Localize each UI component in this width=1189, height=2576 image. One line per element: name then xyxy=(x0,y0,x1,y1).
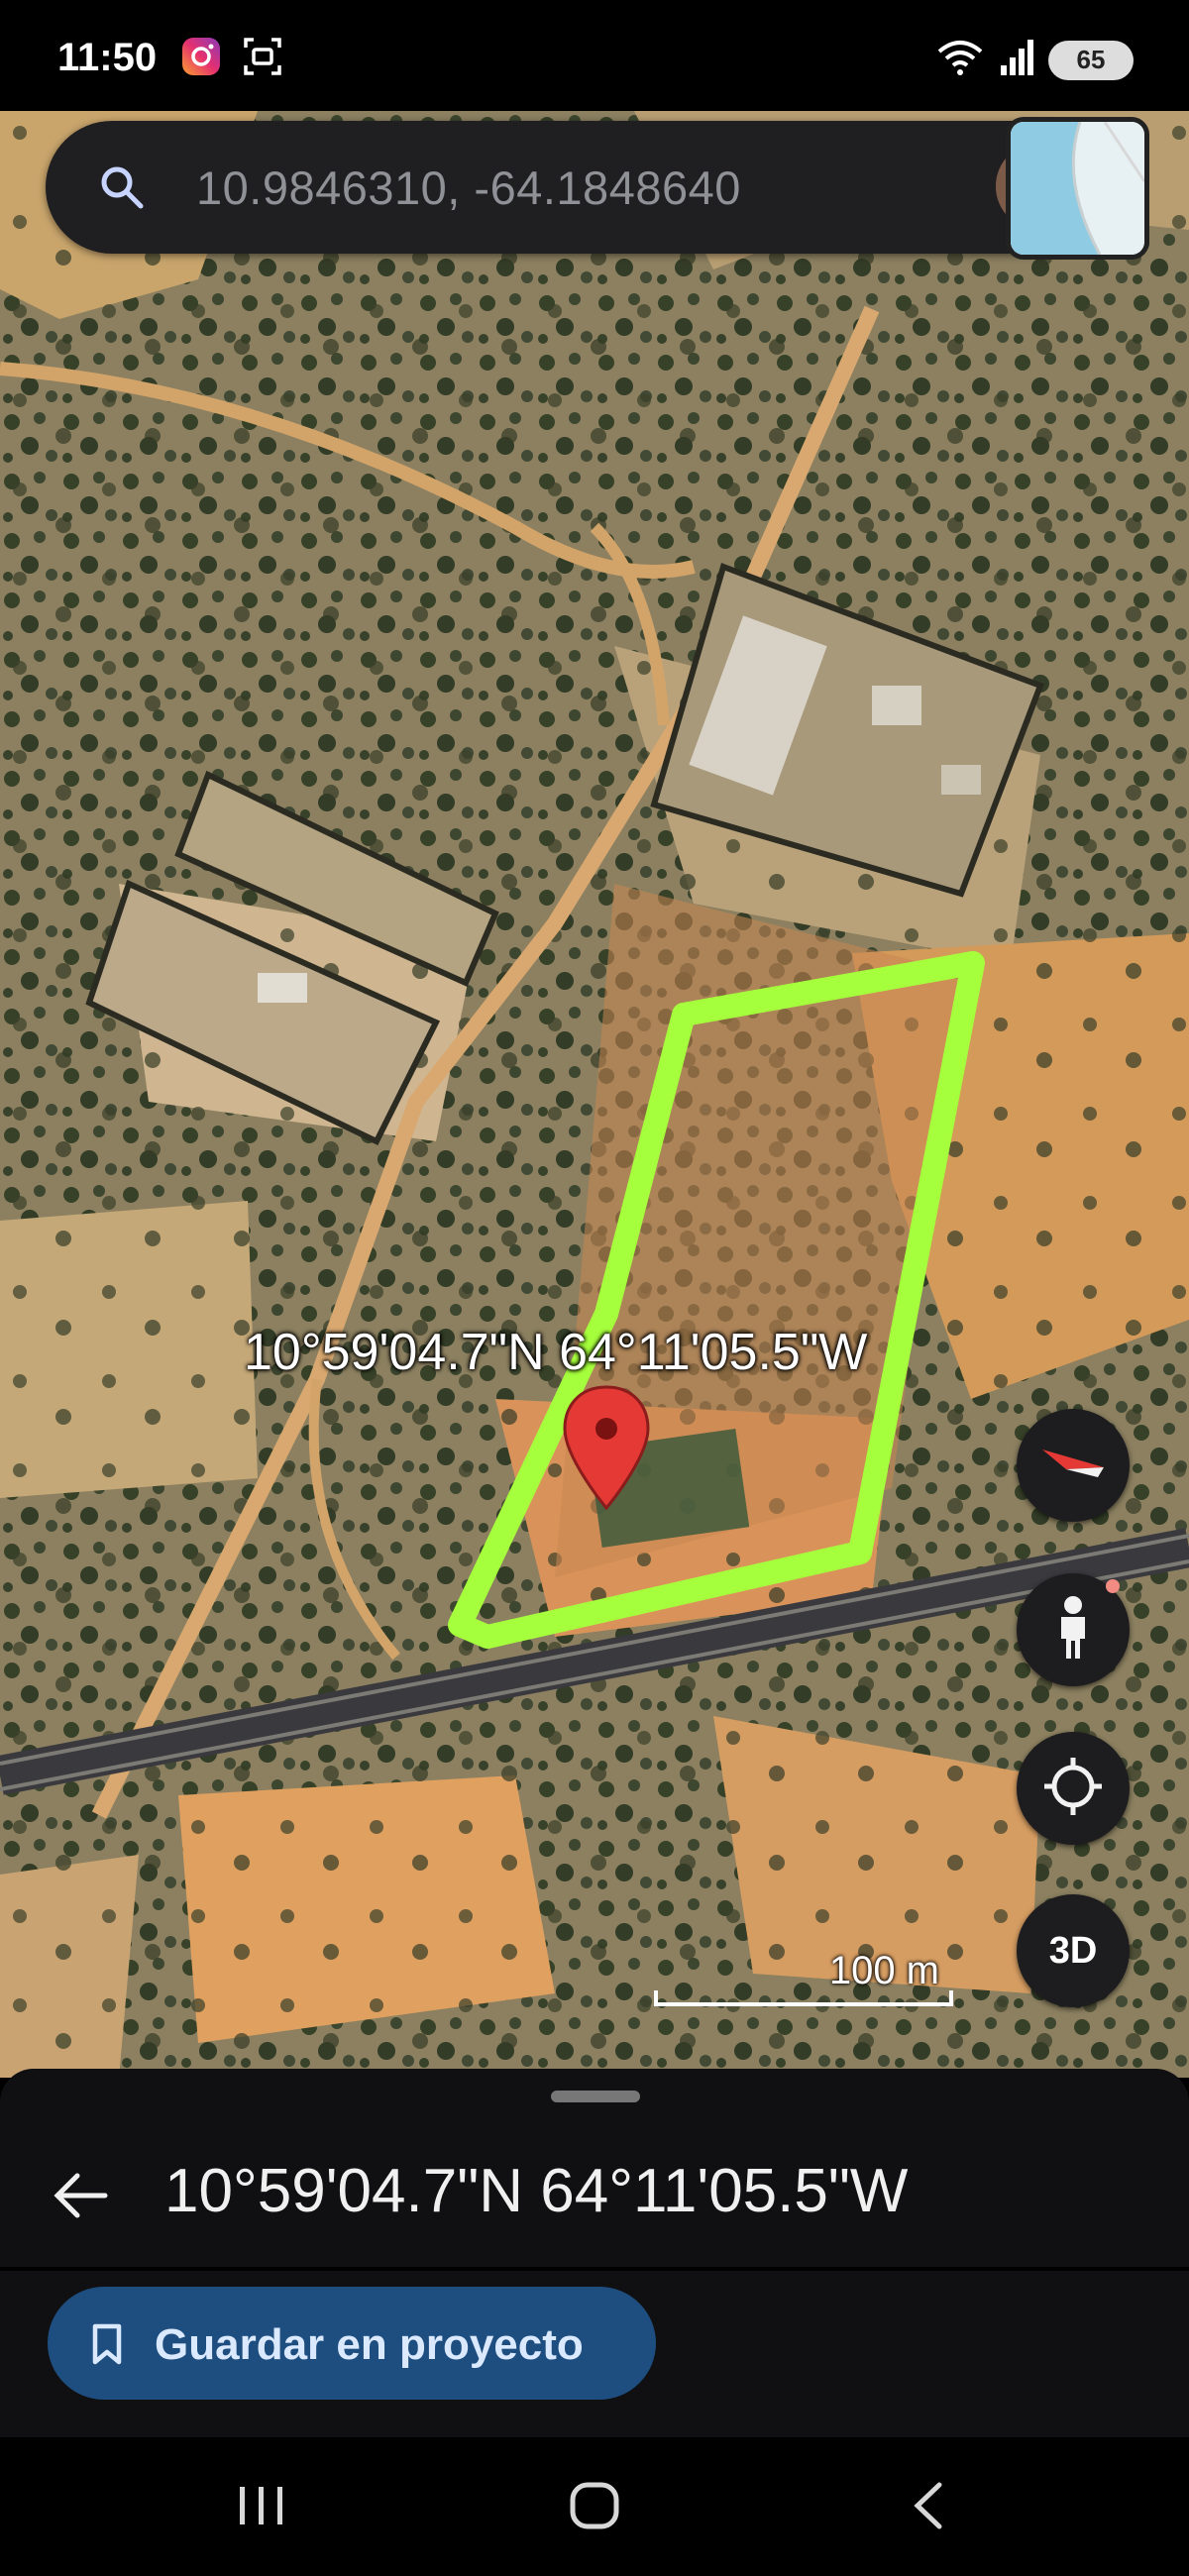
3d-toggle-button[interactable]: 3D xyxy=(1017,1894,1130,2007)
map-scale: 100 m xyxy=(652,1949,957,2008)
3d-label: 3D xyxy=(1048,1929,1098,1972)
screenshot-icon xyxy=(242,36,283,82)
battery-indicator: 65 xyxy=(1048,40,1134,80)
notification-icons xyxy=(180,36,283,82)
save-button-label: Guardar en proyecto xyxy=(155,2320,584,2369)
bookmark-icon xyxy=(87,2322,127,2371)
my-location-icon xyxy=(1040,1754,1106,1824)
street-view-button[interactable] xyxy=(1017,1573,1130,1686)
sheet-divider xyxy=(0,2267,1189,2271)
recent-apps-icon[interactable] xyxy=(236,2481,287,2535)
my-location-button[interactable] xyxy=(1017,1732,1130,1845)
home-icon[interactable] xyxy=(569,2481,620,2535)
search-bar[interactable]: 10.9846310, -64.1848640 xyxy=(46,121,1101,254)
notification-dot xyxy=(1106,1579,1120,1593)
instagram-icon xyxy=(180,36,222,82)
search-icon[interactable] xyxy=(97,162,147,217)
place-title: 10°59'04.7"N 64°11'05.5"W xyxy=(164,2157,909,2225)
sheet-drag-handle[interactable] xyxy=(551,2091,640,2102)
place-bottom-sheet[interactable]: 10°59'04.7"N 64°11'05.5"W Guardar en pro… xyxy=(0,2069,1189,2437)
system-status-icons: 65 xyxy=(935,38,1134,82)
battery-level: 65 xyxy=(1076,45,1106,74)
map-coordinate-label: 10°59'04.7"N 64°11'05.5"W xyxy=(244,1324,868,1381)
back-arrow-icon[interactable] xyxy=(54,2172,109,2224)
back-icon[interactable] xyxy=(910,2481,949,2535)
street-view-icon xyxy=(1048,1593,1098,1667)
wifi-icon xyxy=(935,38,985,82)
system-navigation-bar xyxy=(0,2437,1189,2576)
signal-icon xyxy=(999,38,1034,82)
satellite-map[interactable]: 10.9846310, -64.1848640 10°59'04.7"N 64°… xyxy=(0,111,1189,2078)
scale-bar xyxy=(654,1990,953,2006)
compass-button[interactable] xyxy=(1017,1409,1130,1522)
map-layers-button[interactable] xyxy=(1006,117,1149,260)
compass-icon xyxy=(1038,1444,1108,1488)
satellite-imagery xyxy=(0,111,1189,2078)
status-bar: 11:50 65 xyxy=(0,0,1189,111)
save-to-project-button[interactable]: Guardar en proyecto xyxy=(48,2287,656,2400)
google-earth-screen: 11:50 65 10.9846310, -64.1848640 10°59'0… xyxy=(0,0,1189,2576)
status-time: 11:50 xyxy=(57,36,158,79)
search-input[interactable]: 10.9846310, -64.1848640 xyxy=(196,161,741,215)
